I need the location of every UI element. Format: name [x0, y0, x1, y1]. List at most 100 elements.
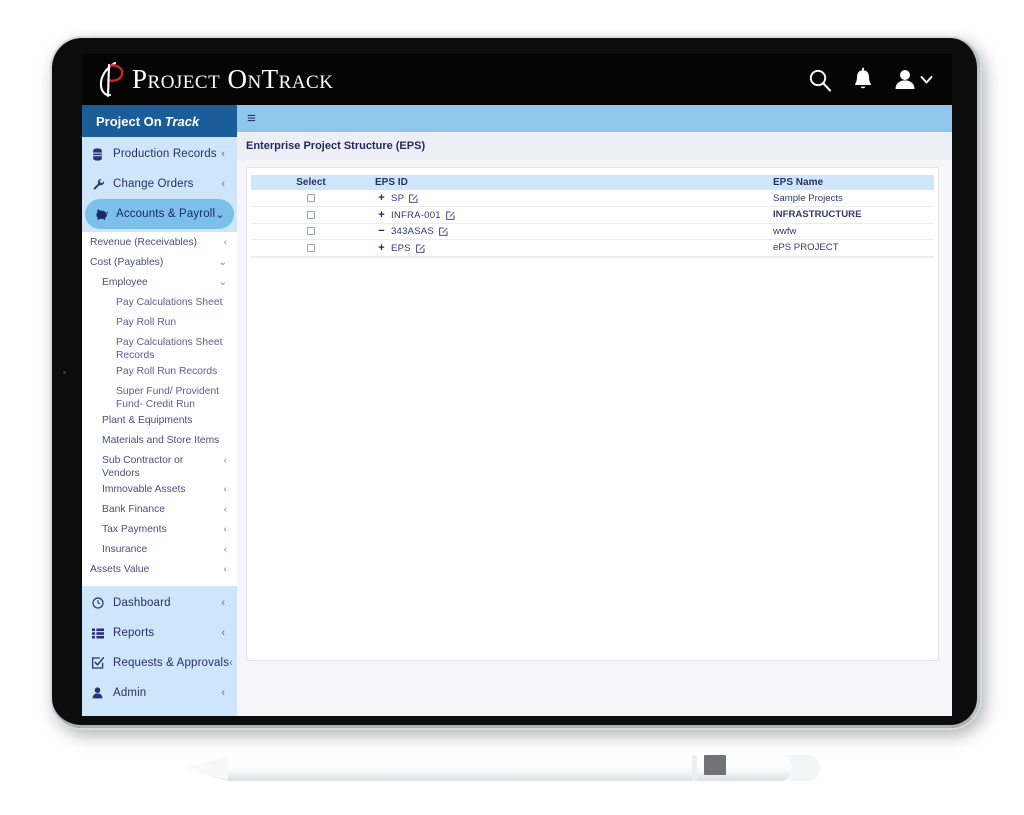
- sidebar-title-b: Track: [164, 113, 200, 129]
- sidebar-item-label: Admin: [113, 687, 147, 699]
- sidebar-item-label: Accounts & Payroll: [116, 208, 216, 220]
- row-eps-name: ePS PROJECT: [769, 239, 934, 257]
- sidebar-subitem-label: Insurance: [102, 544, 148, 555]
- eps-table-card: Select EPS ID EPS Name + SP Sample Project…: [246, 167, 939, 661]
- chevron-icon: ‹: [223, 455, 227, 466]
- sidebar-subitem-label: Assets Value: [90, 564, 150, 575]
- row-eps-id: EPS: [391, 242, 411, 254]
- chevron-down-icon[interactable]: [919, 72, 934, 87]
- stylus-pen: [186, 755, 820, 781]
- sidebar-subitem[interactable]: Assets Value ‹: [82, 562, 237, 582]
- table-empty-area: [251, 256, 934, 661]
- sidebar-subitem[interactable]: Bank Finance ‹: [82, 502, 237, 522]
- chevron-left-icon: ‹: [229, 657, 233, 669]
- table-body: + SP Sample Projects + INFRA-001 INFRASTRUCTU…: [251, 190, 934, 257]
- person-icon: [92, 687, 110, 699]
- row-eps-id: INFRA-001: [391, 209, 441, 221]
- sidebar-subitem-label: Revenue (Receivables): [90, 237, 198, 248]
- row-checkbox[interactable]: [307, 243, 315, 252]
- sidebar-item-admin[interactable]: Admin ‹: [82, 678, 237, 708]
- sidebar-subitem[interactable]: Employee ⌄: [82, 275, 237, 295]
- header-icon-group: [807, 67, 934, 93]
- search-icon[interactable]: [807, 67, 833, 93]
- sidebar: Project On Track Production Records ‹ Ch…: [82, 105, 237, 716]
- sidebar-item-accounts-payroll[interactable]: Accounts & Payroll ⌄: [85, 199, 234, 229]
- chevron-icon: ⌄: [218, 277, 227, 288]
- row-select-cell: [251, 223, 371, 240]
- column-header-eps-id: EPS ID: [371, 175, 769, 190]
- sidebar-subitem[interactable]: Sub Contractor or Vendors ‹: [82, 453, 237, 482]
- row-select-cell: [251, 239, 371, 257]
- table-row[interactable]: + SP Sample Projects: [251, 190, 934, 207]
- sidebar-item-change-orders[interactable]: Change Orders ‹: [82, 169, 237, 199]
- bell-icon[interactable]: [852, 67, 874, 93]
- sidebar-subitem[interactable]: Plant & Equipments: [82, 413, 237, 433]
- sidebar-subitem[interactable]: Pay Roll Run Records: [82, 364, 237, 384]
- sidebar-subitem[interactable]: Pay Calculations Sheet Records: [82, 335, 237, 364]
- sidebar-item-requests-approvals[interactable]: Requests & Approvals ‹: [82, 648, 237, 678]
- row-checkbox[interactable]: [307, 193, 315, 202]
- chevron-left-icon: ‹: [221, 627, 225, 639]
- check-square-icon: [92, 657, 110, 669]
- edit-icon[interactable]: [446, 210, 455, 221]
- page-title: Enterprise Project Structure (EPS): [237, 132, 952, 160]
- app-header: Project OnTrack: [82, 54, 952, 105]
- database-icon: [92, 147, 110, 161]
- column-header-eps-name: EPS Name: [769, 175, 934, 190]
- row-select-cell: [251, 190, 371, 207]
- column-header-select: Select: [251, 175, 371, 190]
- table-row[interactable]: + INFRA-001 INFRASTRUCTURE: [251, 206, 934, 224]
- sidebar-subitem-label: Materials and Store Items: [102, 435, 220, 446]
- sidebar-subitem[interactable]: Super Fund/ Provident Fund- Credit Run: [82, 384, 237, 413]
- row-expander-toggle[interactable]: +: [375, 192, 388, 204]
- chevron-down-icon: ⌄: [215, 208, 225, 221]
- sidebar-subitem[interactable]: Immovable Assets ‹: [82, 482, 237, 502]
- tablet-screen: Project OnTrack Project On Track Product…: [82, 54, 952, 716]
- sidebar-subitem[interactable]: Insurance ‹: [82, 542, 237, 562]
- sidebar-subitem[interactable]: Materials and Store Items: [82, 433, 237, 453]
- row-eps-id-cell: + INFRA-001: [371, 206, 769, 224]
- hamburger-menu-icon[interactable]: ≡: [247, 111, 256, 126]
- row-select-cell: [251, 206, 371, 224]
- chevron-left-icon: ‹: [221, 597, 225, 609]
- sidebar-item-reports[interactable]: Reports ‹: [82, 618, 237, 648]
- content-card-wrap: Select EPS ID EPS Name + SP Sample Project…: [237, 160, 952, 700]
- edit-icon[interactable]: [409, 193, 418, 204]
- sidebar-subitem[interactable]: Tax Payments ‹: [82, 522, 237, 542]
- chevron-icon: ‹: [223, 504, 227, 515]
- sidebar-subitem-label: Super Fund/ Provident Fund- Credit Run: [116, 386, 220, 410]
- toolbar: ≡: [237, 105, 952, 132]
- edit-icon[interactable]: [439, 226, 448, 237]
- sidebar-subitem-label: Pay Roll Run: [116, 317, 177, 328]
- chevron-icon: ‹: [223, 544, 227, 555]
- edit-icon[interactable]: [416, 243, 425, 254]
- sidebar-item-label: Production Records: [113, 148, 217, 160]
- sidebar-item-dashboard[interactable]: Dashboard ‹: [82, 588, 237, 618]
- table-header-row: Select EPS ID EPS Name: [251, 175, 934, 190]
- card-bottom-spacer: [237, 700, 952, 716]
- row-checkbox[interactable]: [307, 227, 315, 236]
- brand-logo[interactable]: Project OnTrack: [82, 60, 333, 100]
- user-icon[interactable]: [893, 67, 917, 93]
- sidebar-subitem[interactable]: Revenue (Receivables) ‹: [82, 235, 237, 255]
- row-checkbox[interactable]: [307, 210, 315, 219]
- table-row[interactable]: + EPS ePS PROJECT: [251, 239, 934, 257]
- sidebar-title-a: Project On: [96, 113, 162, 129]
- sidebar-item-label: Reports: [113, 627, 155, 639]
- sidebar-subitem[interactable]: Pay Roll Run: [82, 315, 237, 335]
- chevron-icon: ⌄: [218, 257, 227, 268]
- list-icon: [92, 628, 110, 639]
- sidebar-item-label: Requests & Approvals: [113, 657, 230, 669]
- row-eps-name: wwfw: [769, 223, 934, 240]
- sidebar-item-production-records[interactable]: Production Records ‹: [82, 139, 237, 169]
- row-expander-toggle[interactable]: +: [375, 242, 388, 254]
- row-eps-id-cell: + EPS: [371, 239, 769, 257]
- wrench-icon: [92, 178, 110, 191]
- row-expander-toggle[interactable]: +: [375, 209, 388, 221]
- sidebar-subitem[interactable]: Pay Calculations Sheet: [82, 295, 237, 315]
- sidebar-submenu-group: Revenue (Receivables) ‹ Cost (Payables) ⌄ Em…: [82, 232, 237, 586]
- sidebar-subitem-label: Employee: [102, 277, 148, 288]
- sidebar-subitem[interactable]: Cost (Payables) ⌄: [82, 255, 237, 275]
- table-row[interactable]: −343ASAS wwfw: [251, 223, 934, 240]
- row-expander-toggle[interactable]: −: [375, 225, 388, 237]
